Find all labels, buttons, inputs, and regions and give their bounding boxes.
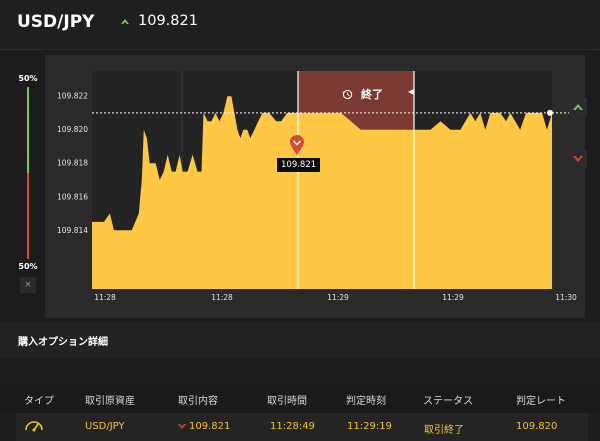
table-row[interactable]: USD/JPY 109.821 11:28:49 11:29:19 取引終了 1…: [16, 413, 588, 441]
low-button[interactable]: [569, 150, 587, 168]
x-tick-label: 11:28: [94, 293, 116, 302]
x-tick-label: 11:30: [555, 293, 577, 302]
x-tick-label: 11:28: [211, 293, 233, 302]
y-tick-label: 109.818: [57, 159, 88, 168]
y-tick-label: 109.820: [57, 125, 88, 134]
row-trade-time: 11:28:49: [270, 421, 315, 432]
details-section-header: 購入オプション詳細: [0, 321, 600, 359]
row-entry-rate: 109.821: [189, 421, 231, 432]
history-clock-icon: [342, 89, 353, 99]
row-judge-rate: 109.820: [516, 421, 558, 432]
collapse-arrow-icon[interactable]: ◀: [408, 87, 414, 96]
current-rate-dot: [547, 109, 553, 116]
expiry-label: 終了: [342, 86, 383, 102]
row-status: 取引終了: [424, 425, 464, 436]
col-asset: 取引原資産: [85, 396, 135, 407]
y-tick-label: 109.822: [57, 92, 88, 101]
col-judge-time: 判定時刻: [346, 396, 386, 407]
y-tick-label: 109.814: [57, 226, 88, 235]
col-status: ステータス: [423, 396, 473, 407]
rate-down-icon: [178, 423, 186, 429]
col-trade-time: 取引時間: [267, 396, 307, 407]
x-tick-label: 11:29: [327, 293, 349, 302]
expiry-label-text: 終了: [361, 88, 383, 101]
y-tick-label: 109.816: [57, 192, 88, 201]
col-judge-rate: 判定レート: [516, 396, 566, 407]
details-title: 購入オプション詳細: [18, 337, 108, 348]
entry-marker-icon: [290, 135, 304, 155]
col-type: タイプ: [24, 396, 54, 407]
details-table-header: タイプ 取引原資産 取引内容 取引時間 判定時刻 ステータス 判定レート: [0, 383, 600, 413]
chevron-up-icon: [573, 104, 583, 110]
row-asset: USD/JPY: [85, 421, 125, 432]
speedometer-icon: [25, 421, 43, 432]
high-button[interactable]: [569, 98, 587, 116]
row-judge-time: 11:29:19: [347, 421, 392, 432]
chevron-down-icon: [573, 156, 583, 162]
x-tick-label: 11:29: [442, 293, 464, 302]
row-content: 109.821: [178, 421, 230, 432]
entry-rate-tag: 109.821: [277, 158, 321, 172]
col-content: 取引内容: [178, 396, 218, 407]
